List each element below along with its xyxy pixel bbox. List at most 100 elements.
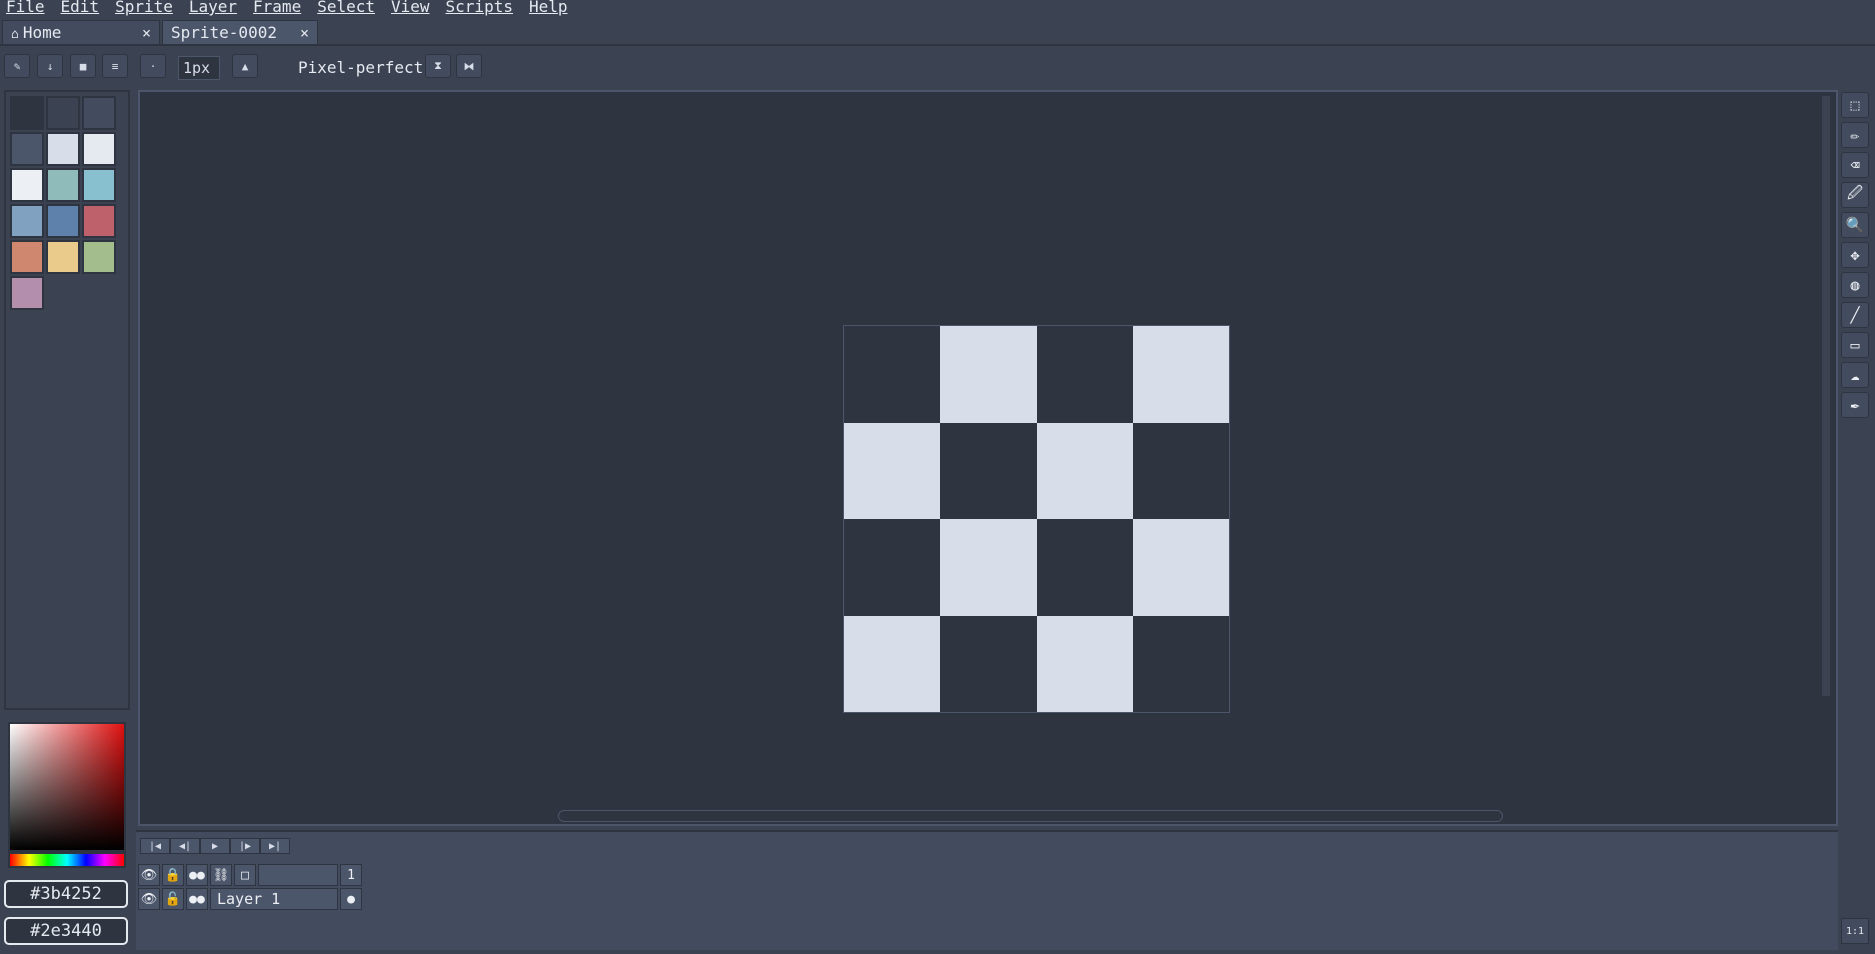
tab-bar: ⌂ Home × Sprite-0002 × bbox=[0, 18, 1875, 46]
palette-swatch[interactable] bbox=[82, 168, 116, 202]
sprite-pixel[interactable] bbox=[940, 326, 1037, 423]
pencil-icon[interactable]: ✏ bbox=[1841, 122, 1869, 148]
layer-name[interactable]: Layer 1 bbox=[210, 888, 338, 910]
vertical-scrollbar[interactable] bbox=[1822, 96, 1830, 696]
frame-number[interactable]: 1 bbox=[340, 864, 362, 886]
zoom-one-button[interactable]: 1:1 bbox=[1841, 918, 1869, 944]
palette-swatch[interactable] bbox=[82, 96, 116, 130]
foreground-color-field[interactable]: #3b4252 bbox=[4, 880, 128, 908]
sprite-pixel[interactable] bbox=[940, 615, 1037, 712]
tab-home[interactable]: ⌂ Home × bbox=[2, 20, 160, 44]
palette-swatch[interactable] bbox=[46, 132, 80, 166]
menu-select[interactable]: Select bbox=[317, 0, 375, 15]
background-color-field[interactable]: #2e3440 bbox=[4, 917, 128, 945]
timeline-panel: |◀ ◀| ▶ |▶ ▶| 👁 🔒 ●● ⛓ □ 1 👁 🔓 ●● Layer … bbox=[136, 830, 1838, 950]
sprite-pixel[interactable] bbox=[1132, 422, 1229, 519]
sprite-pixel[interactable] bbox=[1132, 326, 1229, 423]
next-frame-icon[interactable]: |▶ bbox=[230, 838, 260, 854]
play-icon[interactable]: ▶ bbox=[200, 838, 230, 854]
sprite-canvas[interactable] bbox=[843, 325, 1230, 713]
link-icon[interactable]: ⛓ bbox=[210, 864, 232, 886]
move-icon[interactable]: ✥ bbox=[1841, 242, 1869, 268]
sprite-pixel[interactable] bbox=[844, 326, 941, 423]
palette-swatch[interactable] bbox=[46, 96, 80, 130]
sprite-pixel[interactable] bbox=[1036, 519, 1133, 616]
palette-swatch[interactable] bbox=[10, 96, 44, 130]
palette-swatch[interactable] bbox=[82, 240, 116, 274]
context-toolbar: ✎ ↓ ■ ≡ · ▲ ⧗ ⧓ bbox=[0, 50, 1875, 82]
brush-type-icon[interactable]: ▲ bbox=[232, 54, 258, 78]
menu-layer[interactable]: Layer bbox=[189, 0, 237, 15]
edit-icon[interactable]: ✎ bbox=[4, 54, 30, 78]
sprite-pixel[interactable] bbox=[1036, 422, 1133, 519]
tab-sprite[interactable]: Sprite-0002 × bbox=[162, 20, 318, 44]
palette-swatch[interactable] bbox=[10, 168, 44, 202]
sprite-pixel[interactable] bbox=[1036, 615, 1133, 712]
color-spectrum[interactable] bbox=[8, 722, 126, 852]
palette-panel bbox=[4, 90, 130, 710]
sprite-pixel[interactable] bbox=[1036, 326, 1133, 423]
ink-icon[interactable]: ✒ bbox=[1841, 392, 1869, 418]
palette-swatch[interactable] bbox=[10, 240, 44, 274]
hue-slider[interactable] bbox=[8, 852, 126, 868]
eye-icon[interactable]: 👁 bbox=[138, 864, 160, 886]
rectangular-marquee-icon[interactable]: ⬚ bbox=[1841, 92, 1869, 118]
palette-swatch[interactable] bbox=[46, 204, 80, 238]
eraser-icon[interactable]: ⌫ bbox=[1841, 152, 1869, 178]
sprite-pixel[interactable] bbox=[1132, 615, 1229, 712]
layer-visible-icon[interactable]: 👁 bbox=[138, 888, 160, 910]
layer-header-spacer bbox=[258, 864, 338, 886]
menu-view[interactable]: View bbox=[391, 0, 430, 15]
horizontal-scrollbar[interactable] bbox=[558, 810, 1503, 822]
paint-bucket-icon[interactable]: ◍ bbox=[1841, 272, 1869, 298]
frame-toggle-icon[interactable]: □ bbox=[234, 864, 256, 886]
menu-file[interactable]: File bbox=[6, 0, 45, 15]
brush-size-input[interactable]: 1px bbox=[178, 56, 220, 80]
palette-swatch[interactable] bbox=[10, 204, 44, 238]
close-icon[interactable]: × bbox=[300, 21, 309, 45]
blur-icon[interactable]: ☁ bbox=[1841, 362, 1869, 388]
last-frame-icon[interactable]: ▶| bbox=[260, 838, 290, 854]
palette-swatch[interactable] bbox=[46, 240, 80, 274]
menu-help[interactable]: Help bbox=[529, 0, 568, 15]
sprite-pixel[interactable] bbox=[940, 519, 1037, 616]
menu-frame[interactable]: Frame bbox=[253, 0, 301, 15]
menu-edit[interactable]: Edit bbox=[61, 0, 100, 15]
palette-swatch[interactable] bbox=[46, 168, 80, 202]
download-icon[interactable]: ↓ bbox=[37, 54, 63, 78]
palette-swatch[interactable] bbox=[10, 132, 44, 166]
zoom-icon[interactable]: 🔍 bbox=[1841, 212, 1869, 238]
layer-lock-icon[interactable]: 🔓 bbox=[162, 888, 184, 910]
prev-frame-icon[interactable]: ◀| bbox=[170, 838, 200, 854]
sprite-pixel[interactable] bbox=[844, 422, 941, 519]
palette-swatch[interactable] bbox=[82, 204, 116, 238]
menu-scripts[interactable]: Scripts bbox=[446, 0, 513, 15]
continuous-icon[interactable]: ●● bbox=[186, 864, 208, 886]
layer-continuous-icon[interactable]: ●● bbox=[186, 888, 208, 910]
home-icon: ⌂ bbox=[11, 27, 19, 42]
save-icon[interactable]: ■ bbox=[70, 54, 96, 78]
tab-sprite-label: Sprite-0002 bbox=[171, 23, 277, 42]
symmetry-horizontal-icon[interactable]: ⧓ bbox=[456, 54, 482, 78]
palette-swatch[interactable] bbox=[82, 132, 116, 166]
sprite-pixel[interactable] bbox=[844, 615, 941, 712]
symmetry-vertical-icon[interactable]: ⧗ bbox=[425, 54, 451, 78]
cel-icon[interactable]: ● bbox=[340, 888, 362, 910]
sprite-pixel[interactable] bbox=[940, 422, 1037, 519]
menu-bar: File Edit Sprite Layer Frame Select View… bbox=[0, 0, 1875, 16]
menu-lines-icon[interactable]: ≡ bbox=[102, 54, 128, 78]
brush-shape-icon[interactable]: · bbox=[140, 54, 166, 78]
palette-swatch[interactable] bbox=[10, 276, 44, 310]
eyedropper-icon[interactable]: 🖉 bbox=[1841, 182, 1869, 208]
close-icon[interactable]: × bbox=[142, 21, 151, 45]
pixel-perfect-toggle[interactable]: Pixel-perfect bbox=[298, 57, 423, 79]
tab-home-label: Home bbox=[22, 23, 62, 42]
line-icon[interactable]: ╱ bbox=[1841, 302, 1869, 328]
rectangle-icon[interactable]: ▭ bbox=[1841, 332, 1869, 358]
canvas-workspace[interactable] bbox=[138, 90, 1838, 826]
sprite-pixel[interactable] bbox=[1132, 519, 1229, 616]
first-frame-icon[interactable]: |◀ bbox=[140, 838, 170, 854]
sprite-pixel[interactable] bbox=[844, 519, 941, 616]
lock-icon[interactable]: 🔒 bbox=[162, 864, 184, 886]
menu-sprite[interactable]: Sprite bbox=[115, 0, 173, 15]
